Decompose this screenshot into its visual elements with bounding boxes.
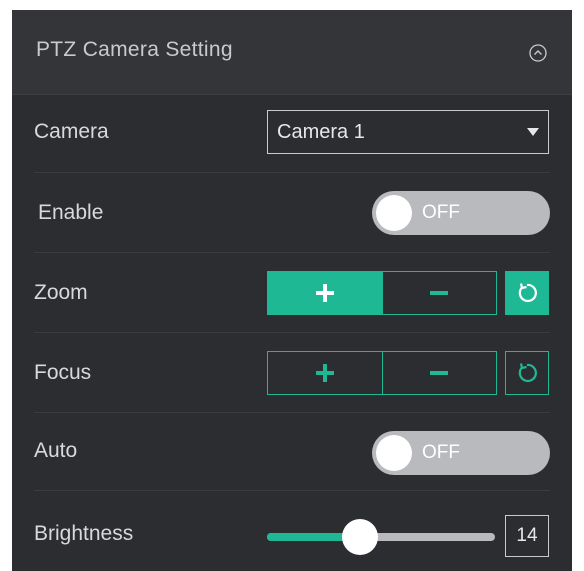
camera-label: Camera xyxy=(34,120,109,143)
toggle-knob xyxy=(376,435,412,471)
enable-label: Enable xyxy=(38,201,104,224)
minus-icon xyxy=(430,371,448,375)
caret-down-icon xyxy=(527,128,539,136)
focus-in-button[interactable] xyxy=(268,352,382,394)
focus-out-button[interactable] xyxy=(382,352,497,394)
reset-icon xyxy=(518,363,537,383)
toggle-knob xyxy=(376,195,412,231)
auto-label: Auto xyxy=(34,439,78,462)
focus-label: Focus xyxy=(34,361,92,384)
chevron-up-circle-icon[interactable] xyxy=(529,44,547,62)
reset-icon xyxy=(518,283,537,303)
panel-title: PTZ Camera Setting xyxy=(36,38,233,61)
ptz-camera-panel: PTZ Camera Setting Camera Camera 1 Enabl… xyxy=(12,10,572,571)
brightness-label: Brightness xyxy=(34,522,134,545)
zoom-control-group xyxy=(267,271,497,315)
focus-control-group xyxy=(267,351,497,395)
auto-toggle[interactable]: OFF xyxy=(372,431,550,475)
zoom-in-button[interactable] xyxy=(268,272,382,314)
brightness-slider[interactable] xyxy=(267,519,495,555)
camera-select[interactable]: Camera 1 xyxy=(267,110,549,154)
divider xyxy=(34,490,550,491)
panel-header[interactable]: PTZ Camera Setting xyxy=(12,10,572,95)
focus-reset-button[interactable] xyxy=(505,351,549,395)
zoom-reset-button[interactable] xyxy=(505,271,549,315)
minus-icon xyxy=(430,291,448,295)
auto-toggle-state: OFF xyxy=(422,442,460,463)
plus-icon-stroke xyxy=(323,364,327,382)
camera-select-value: Camera 1 xyxy=(277,121,365,143)
enable-toggle[interactable]: OFF xyxy=(372,191,550,235)
brightness-value-input[interactable]: 14 xyxy=(505,515,549,557)
plus-icon-stroke xyxy=(323,284,327,302)
enable-toggle-state: OFF xyxy=(422,202,460,223)
zoom-label: Zoom xyxy=(34,281,88,304)
zoom-out-button[interactable] xyxy=(382,272,497,314)
